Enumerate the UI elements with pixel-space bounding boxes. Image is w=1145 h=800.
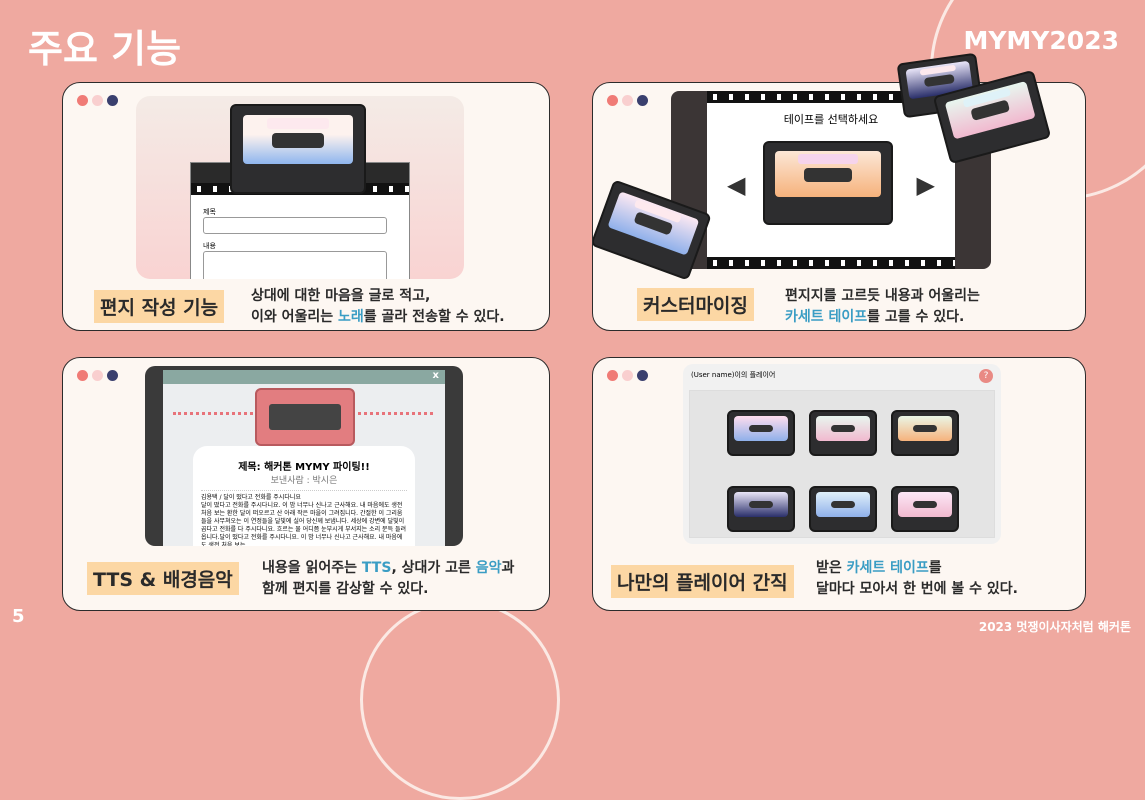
feature-description: 내용을 읽어주는 TTS, 상대가 고른 음악과 함께 편지를 감상할 수 있다… [262, 560, 515, 597]
feature-card-tts: x 제목: 해커톤 MYMY 파이팅!! 보낸사람 : 박시은 김용택 / 달이… [62, 357, 550, 611]
cassette-tape-image[interactable] [727, 486, 795, 532]
footer-text: 2023 멋쟁이사자처럼 해커톤 [978, 620, 1131, 634]
player-screenshot: (User name)이의 플레이어 ? [683, 364, 1001, 544]
prev-tape-icon[interactable]: ◀ [727, 171, 745, 199]
window-dots [607, 95, 648, 106]
cassette-tape-image[interactable] [809, 486, 877, 532]
cassette-tape-image[interactable] [891, 486, 959, 532]
content-textarea[interactable] [203, 251, 387, 279]
letter-title: 제목: 해커톤 MYMY 파이팅!! [238, 462, 370, 473]
help-icon[interactable]: ? [979, 369, 993, 383]
brand-name: MYMY2023 [963, 26, 1119, 55]
next-tape-icon[interactable]: ▶ [917, 171, 935, 199]
cassette-tape-image[interactable] [891, 410, 959, 456]
feature-label: TTS & 배경음악 [87, 562, 239, 595]
window-dots [77, 95, 118, 106]
window-dots [77, 370, 118, 381]
player-title: (User name)이의 플레이어 [691, 371, 776, 379]
letter-body: 김용택 / 달이 떴다고 전화를 주시다니요 달이 떴다고 전화를 주시다니요.… [201, 490, 407, 546]
feature-description: 편지지를 고르듯 내용과 어울리는 카세트 테이프를 고를 수 있다. [785, 288, 980, 325]
feature-card-player: (User name)이의 플레이어 ? 나만의 플레이어 간직 받은 카세트 … [592, 357, 1086, 611]
cassette-player-image [255, 388, 355, 446]
page-number: 5 [12, 606, 25, 627]
feature-label: 커스터마이징 [637, 288, 754, 321]
cassette-tape-image[interactable] [809, 410, 877, 456]
feature-card-letter: 제목 내용 편지 작성 기능 상대에 대한 마음을 글로 적고, 이와 어울리는… [62, 82, 550, 331]
feature-description: 상대에 대한 마음을 글로 적고, 이와 어울리는 노래를 골라 전송할 수 있… [251, 288, 505, 325]
cassette-tape-image [763, 141, 893, 225]
title-field-label: 제목 [203, 208, 216, 216]
window-dots [607, 370, 648, 381]
feature-label: 편지 작성 기능 [94, 290, 225, 323]
slide-title: 주요 기능 [28, 27, 182, 71]
close-icon[interactable]: x [433, 370, 439, 381]
cassette-tape-image [230, 104, 366, 194]
title-input[interactable] [203, 217, 387, 234]
letter-sender: 보낸사람 : 박시은 [270, 476, 338, 486]
feature-label: 나만의 플레이어 간직 [611, 565, 794, 598]
letter-view-screenshot: x 제목: 해커톤 MYMY 파이팅!! 보낸사람 : 박시은 김용택 / 달이… [145, 366, 463, 546]
decor-circle [360, 600, 560, 800]
content-field-label: 내용 [203, 242, 216, 250]
letter-form-screenshot: 제목 내용 [136, 96, 464, 279]
cassette-tape-image[interactable] [727, 410, 795, 456]
feature-description: 받은 카세트 테이프를 달마다 모아서 한 번에 볼 수 있다. [816, 560, 1019, 597]
